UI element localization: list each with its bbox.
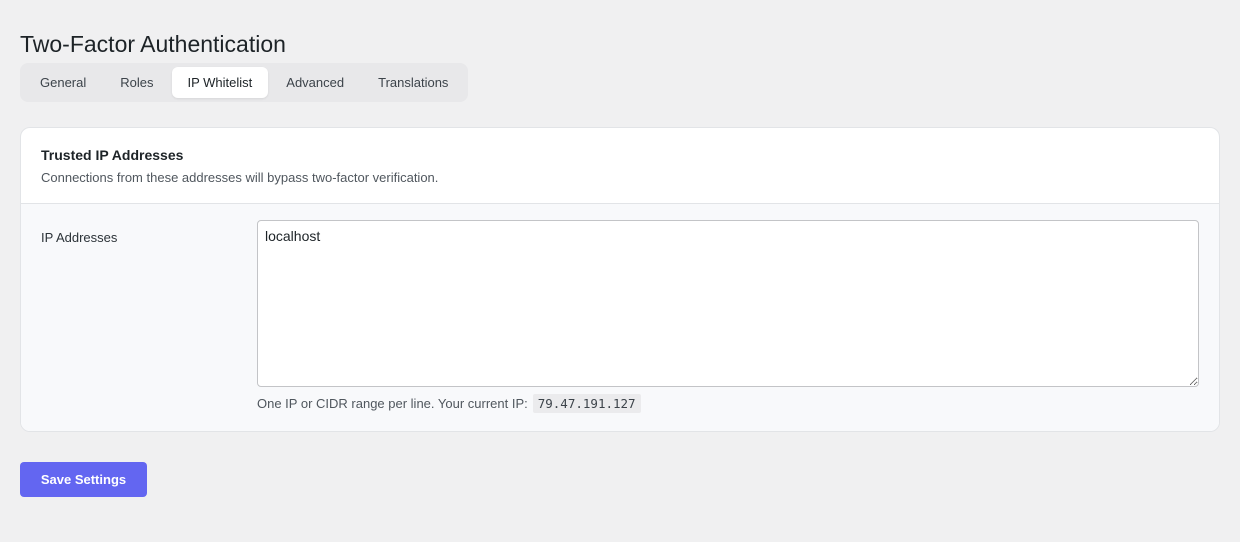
tab-general[interactable]: General: [24, 67, 102, 98]
tab-roles[interactable]: Roles: [104, 67, 169, 98]
card-header: Trusted IP Addresses Connections from th…: [21, 128, 1219, 204]
settings-tabs: General Roles IP Whitelist Advanced Tran…: [20, 63, 469, 102]
ip-addresses-label: IP Addresses: [41, 230, 118, 245]
current-ip-code: 79.47.191.127: [532, 394, 641, 413]
tab-ip-whitelist[interactable]: IP Whitelist: [171, 67, 269, 98]
trusted-ip-card: Trusted IP Addresses Connections from th…: [20, 127, 1220, 432]
help-text-label: One IP or CIDR range per line. Your curr…: [257, 396, 528, 411]
tab-advanced[interactable]: Advanced: [270, 67, 360, 98]
card-title: Trusted IP Addresses: [41, 147, 184, 163]
tab-translations[interactable]: Translations: [362, 67, 464, 98]
page-title: Two-Factor Authentication: [20, 31, 286, 57]
ip-addresses-textarea[interactable]: localhost: [257, 220, 1199, 387]
help-text: One IP or CIDR range per line. Your curr…: [257, 394, 641, 413]
save-settings-button[interactable]: Save Settings: [20, 462, 147, 497]
card-description: Connections from these addresses will by…: [41, 170, 439, 185]
card-body: IP Addresses localhost One IP or CIDR ra…: [21, 204, 1219, 431]
